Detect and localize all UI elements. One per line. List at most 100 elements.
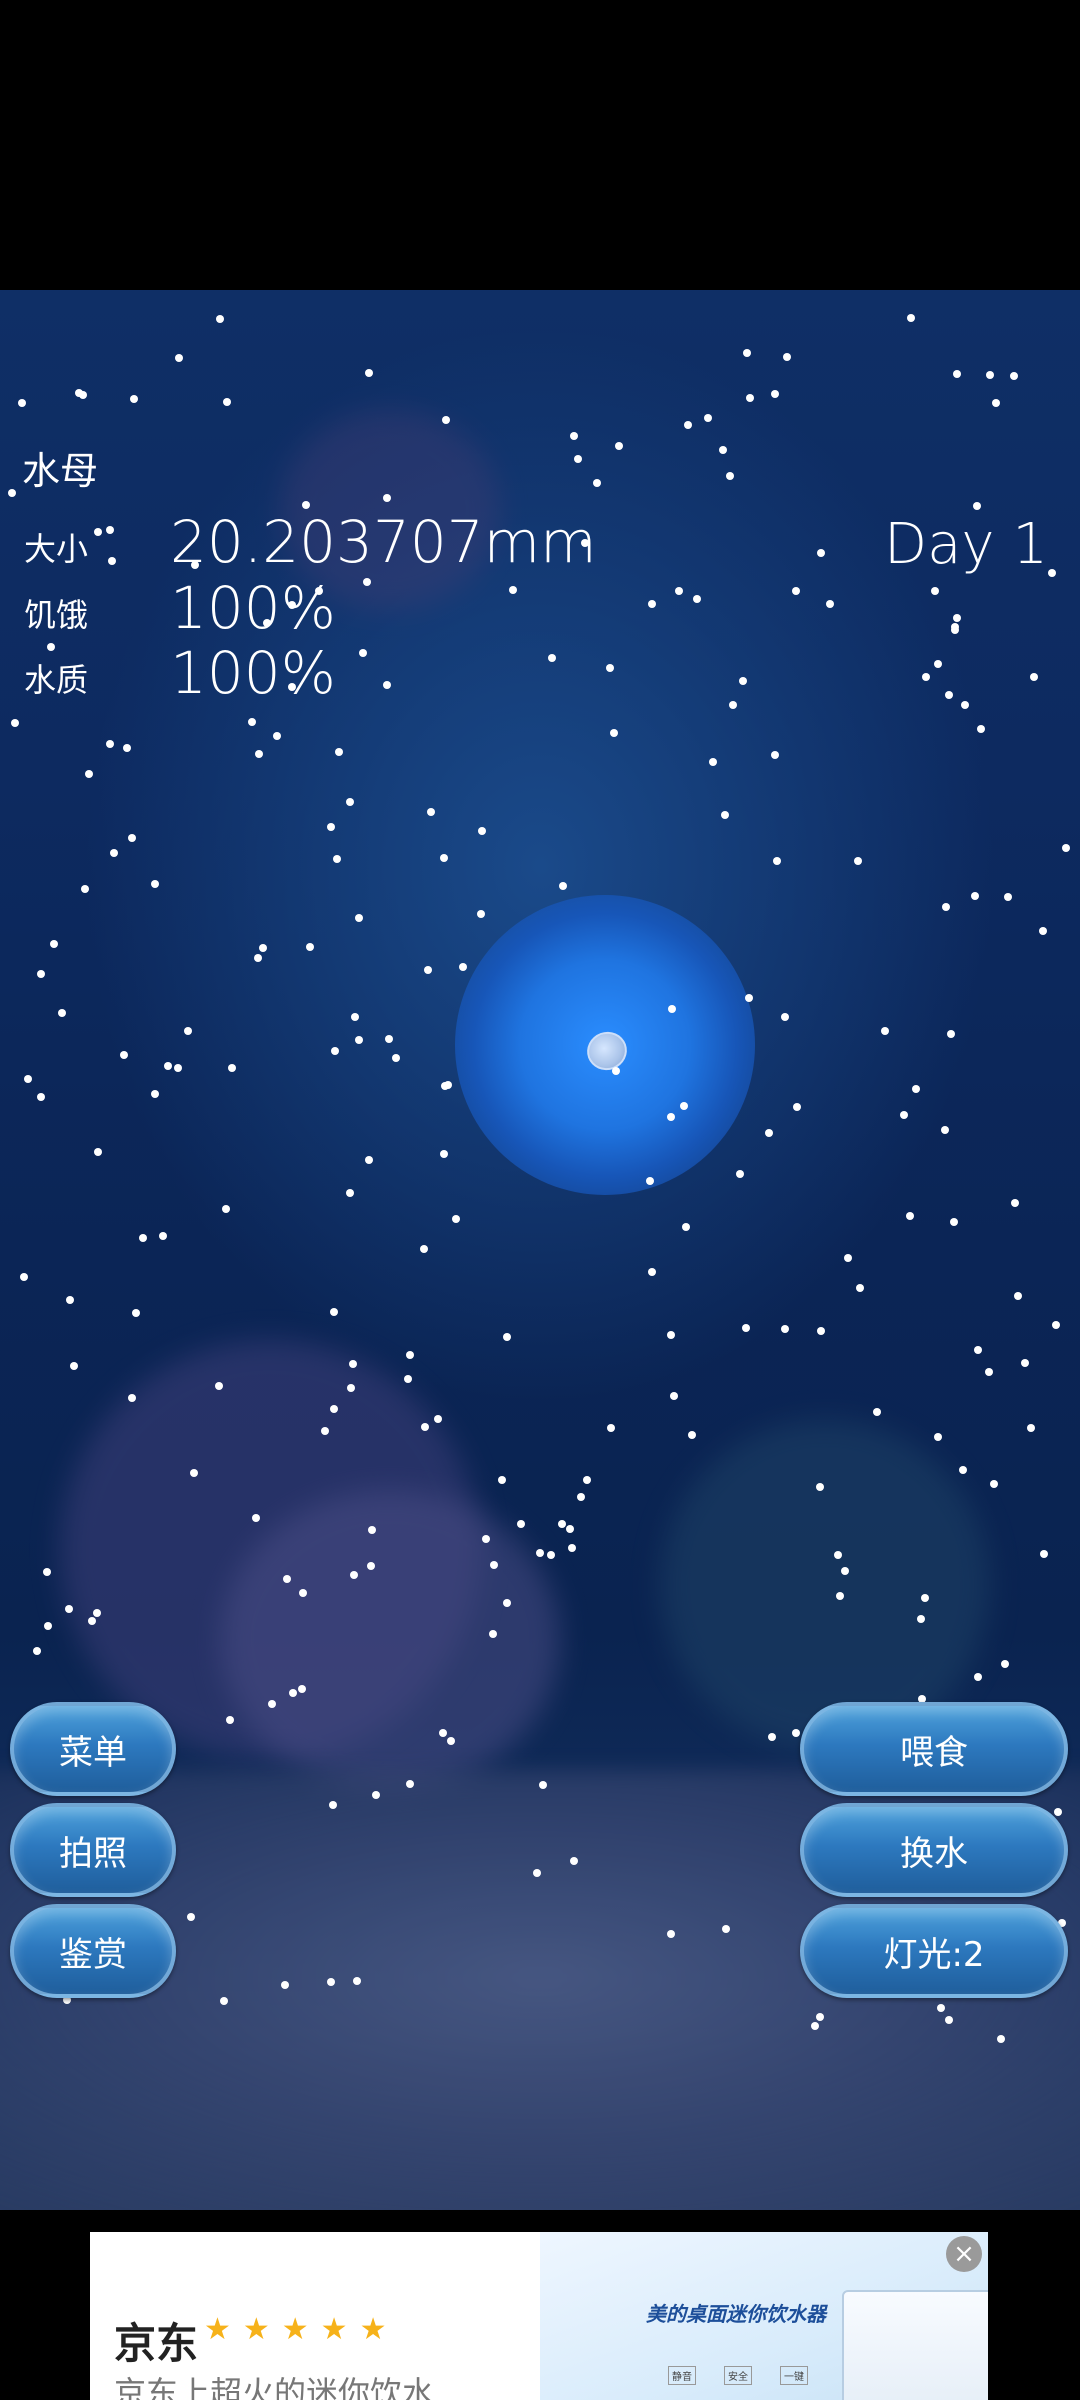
plankton-dot (368, 1526, 376, 1534)
plankton-dot (945, 2016, 953, 2024)
plankton-dot (709, 758, 717, 766)
plankton-dot (159, 1232, 167, 1240)
ad-image[interactable]: 美的桌面迷你饮水器 静音 安全 一键 (540, 2232, 988, 2400)
plankton-dot (223, 398, 231, 406)
plankton-dot (583, 1476, 591, 1484)
plankton-dot (427, 808, 435, 816)
plankton-dot (151, 880, 159, 888)
close-icon[interactable]: × (946, 2236, 982, 2272)
menu-button[interactable]: 菜单 (10, 1702, 176, 1796)
plankton-dot (826, 600, 834, 608)
plankton-dot (440, 854, 448, 862)
plankton-dot (566, 1525, 574, 1533)
size-label: 大小 (24, 530, 89, 568)
plankton-dot (94, 1148, 102, 1156)
plankton-dot (844, 1254, 852, 1262)
ad-text: 京东上超火的迷你饮水... (114, 2374, 465, 2400)
plankton-dot (273, 732, 281, 740)
plankton-dot (498, 1476, 506, 1484)
plankton-dot (670, 1392, 678, 1400)
plankton-dot (477, 910, 485, 918)
plankton-dot (547, 1551, 555, 1559)
plankton-dot (992, 399, 1000, 407)
plankton-dot (950, 1218, 958, 1226)
plankton-dot (351, 1013, 359, 1021)
plankton-dot (220, 1997, 228, 2005)
ad-product-image (842, 2290, 988, 2400)
plankton-dot (539, 1781, 547, 1789)
ad-feature: 一键 (780, 2366, 808, 2385)
plankton-dot (817, 549, 825, 557)
plankton-dot (1001, 1660, 1009, 1668)
plankton-dot (974, 1673, 982, 1681)
plankton-dot (1048, 569, 1056, 577)
plankton-dot (346, 1189, 354, 1197)
plankton-dot (298, 1685, 306, 1693)
plankton-dot (668, 1005, 676, 1013)
plankton-dot (248, 718, 256, 726)
plankton-dot (841, 1567, 849, 1575)
plankton-dot (439, 1729, 447, 1737)
ad-headline: 美的桌面迷你饮水器 (646, 2302, 826, 2326)
plankton-dot (459, 963, 467, 971)
plankton-dot (693, 595, 701, 603)
plankton-dot (1027, 1424, 1035, 1432)
plankton-dot (489, 1630, 497, 1638)
appreciate-button[interactable]: 鉴赏 (10, 1904, 176, 1998)
plankton-dot (255, 750, 263, 758)
plankton-dot (570, 432, 578, 440)
plankton-dot (355, 914, 363, 922)
plankton-dot (856, 1284, 864, 1292)
plankton-dot (482, 1535, 490, 1543)
plankton-dot (331, 1047, 339, 1055)
ad-banner[interactable]: 京东 ★★★★★ 京东上超火的迷你饮水... 美的桌面迷你饮水器 静音 安全 一… (90, 2232, 988, 2400)
plankton-dot (187, 1913, 195, 1921)
plankton-dot (85, 770, 93, 778)
ad-brand: 京东 (114, 2319, 199, 2368)
plankton-dot (20, 1273, 28, 1281)
plankton-dot (190, 1469, 198, 1477)
plankton-dot (934, 660, 942, 668)
ad-rating-stars: ★★★★★ (204, 2312, 399, 2347)
plankton-dot (164, 1062, 172, 1070)
plankton-dot (615, 442, 623, 450)
plankton-dot (746, 394, 754, 402)
plankton-dot (610, 729, 618, 737)
plankton-dot (359, 649, 367, 657)
plankton-dot (503, 1333, 511, 1341)
light-button[interactable]: 灯光:2 (800, 1904, 1068, 1998)
plankton-dot (834, 1551, 842, 1559)
pet-name: 水母 (22, 449, 99, 493)
plankton-dot (283, 1575, 291, 1583)
plankton-dot (184, 1027, 192, 1035)
plankton-dot (667, 1331, 675, 1339)
plankton-dot (945, 691, 953, 699)
plankton-dot (781, 1013, 789, 1021)
plankton-dot (503, 1599, 511, 1607)
plankton-dot (254, 954, 262, 962)
plankton-dot (1062, 844, 1070, 852)
plankton-dot (937, 2004, 945, 2012)
plankton-dot (346, 798, 354, 806)
plankton-dot (216, 315, 224, 323)
plankton-dot (726, 472, 734, 480)
plankton-dot (768, 1733, 776, 1741)
plankton-dot (226, 1716, 234, 1724)
plankton-dot (321, 1427, 329, 1435)
plankton-dot (222, 1205, 230, 1213)
plankton-dot (959, 1466, 967, 1474)
plankton-dot (299, 1589, 307, 1597)
plankton-dot (130, 395, 138, 403)
plankton-dot (365, 1156, 373, 1164)
plankton-dot (420, 1245, 428, 1253)
plankton-dot (421, 1423, 429, 1431)
change-water-button[interactable]: 换水 (800, 1803, 1068, 1897)
plankton-dot (934, 1433, 942, 1441)
plankton-dot (947, 1030, 955, 1038)
photo-button[interactable]: 拍照 (10, 1803, 176, 1897)
plankton-dot (907, 314, 915, 322)
plankton-dot (1040, 1550, 1048, 1558)
plankton-dot (951, 623, 959, 631)
feed-button[interactable]: 喂食 (800, 1702, 1068, 1796)
plankton-dot (917, 1615, 925, 1623)
